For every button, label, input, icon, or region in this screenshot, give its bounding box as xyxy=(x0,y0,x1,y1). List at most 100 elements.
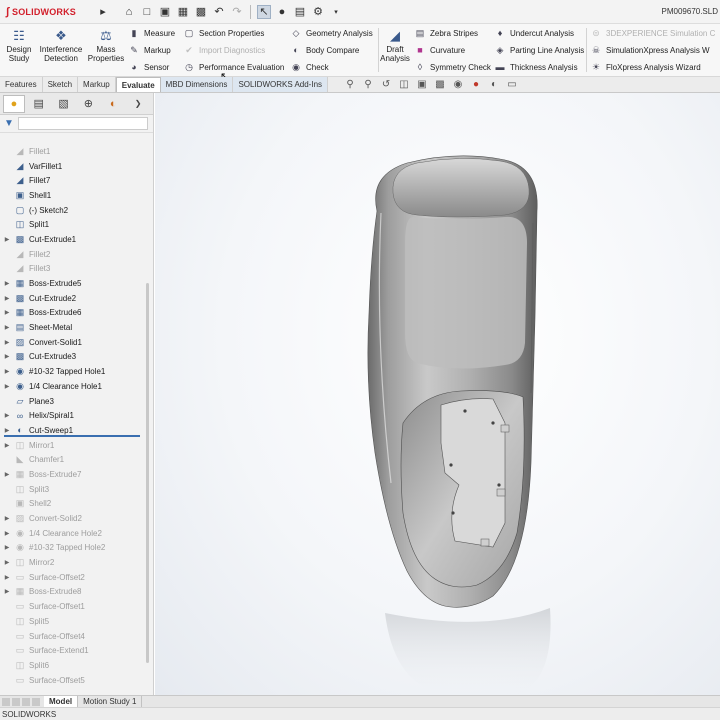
zoom-to-area-icon[interactable]: ⚲ xyxy=(362,79,374,90)
check-button[interactable]: ◉ Check xyxy=(290,61,373,73)
tree-expand-arrow-icon[interactable]: ▶ xyxy=(0,324,14,331)
tree-expand-arrow-icon[interactable]: ▶ xyxy=(0,339,14,346)
tab-model[interactable]: Model xyxy=(44,695,79,708)
scroll-prev-icon[interactable] xyxy=(12,697,20,706)
configuration-manager-tab-icon[interactable]: ▧ xyxy=(53,95,75,113)
app-logo[interactable]: ∫ SOLIDWORKS xyxy=(0,6,96,18)
save-icon[interactable]: ▦ xyxy=(176,5,190,19)
menu-expand-icon[interactable]: ▸ xyxy=(96,5,110,19)
simulationxpress-button[interactable]: ☠ SimulationXpress Analysis W xyxy=(590,44,715,56)
scroll-last-icon[interactable] xyxy=(32,697,40,706)
tree-item[interactable]: ◫ Split5 xyxy=(0,614,150,629)
panel-expand-arrow-icon[interactable]: ❯ xyxy=(127,95,149,113)
new-document-icon[interactable]: □ xyxy=(140,5,154,19)
filter-funnel-icon[interactable]: ▼ xyxy=(4,118,14,129)
zoom-to-fit-icon[interactable]: ⚲ xyxy=(344,79,356,90)
property-manager-tab-icon[interactable]: ▤ xyxy=(28,95,50,113)
tree-item[interactable]: ▶ ◉ 1/4 Clearance Hole2 xyxy=(0,526,150,541)
open-folder-icon[interactable]: ▣ xyxy=(158,5,172,19)
interference-detection-button[interactable]: ❖ Interference Detection xyxy=(37,26,85,64)
tab-scroll-controls[interactable] xyxy=(0,696,44,707)
tree-item[interactable]: ▭ Surface-Offset4 xyxy=(0,629,150,644)
select-arrow-icon[interactable]: ↖ xyxy=(257,4,271,19)
undercut-analysis-button[interactable]: ♦ Undercut Analysis xyxy=(494,27,584,39)
tree-item[interactable]: ◢ VarFillet1 xyxy=(0,159,150,174)
body-compare-button[interactable]: ◐ Body Compare xyxy=(290,44,373,56)
tree-item[interactable]: ▶ ▦ Boss-Extrude5 xyxy=(0,276,150,291)
geometry-analysis-button[interactable]: ◇ Geometry Analysis xyxy=(290,27,373,39)
graphics-area[interactable] xyxy=(155,93,720,695)
print-icon[interactable]: ▩ xyxy=(194,5,208,19)
section-view-icon[interactable]: ◫ xyxy=(398,79,410,90)
tree-expand-arrow-icon[interactable]: ▶ xyxy=(0,427,14,434)
rollback-bar[interactable] xyxy=(4,435,140,437)
options-gear-icon[interactable]: ⚙ xyxy=(311,5,325,19)
markup-button[interactable]: ✎ Markup xyxy=(128,44,175,56)
tree-scrollbar[interactable] xyxy=(146,283,149,663)
tree-item[interactable]: ▶ ◫ Mirror1 xyxy=(0,438,150,453)
tree-item[interactable]: ▶ ▦ Boss-Extrude7 xyxy=(0,467,150,482)
tree-expand-arrow-icon[interactable]: ▶ xyxy=(0,471,14,478)
undo-icon[interactable]: ↶ xyxy=(212,5,226,19)
tree-item[interactable]: ◢ Fillet2 xyxy=(0,247,150,262)
performance-evaluation-button[interactable]: ◷ Performance Evaluation xyxy=(183,61,284,73)
tree-expand-arrow-icon[interactable]: ▶ xyxy=(0,442,14,449)
tree-expand-arrow-icon[interactable]: ▶ xyxy=(0,353,14,360)
mass-properties-button[interactable]: ⚖ Mass Properties xyxy=(87,26,125,64)
tree-expand-arrow-icon[interactable]: ▶ xyxy=(0,309,14,316)
tab-evaluate[interactable]: Evaluate xyxy=(115,77,161,92)
tab-solidworks-add-ins[interactable]: SOLIDWORKS Add-Ins xyxy=(233,77,329,92)
tree-expand-arrow-icon[interactable]: ▶ xyxy=(0,588,14,595)
scroll-next-icon[interactable] xyxy=(22,697,30,706)
tree-item[interactable]: ▶ ◉ #10-32 Tapped Hole2 xyxy=(0,541,150,556)
display-style-icon[interactable]: ▩ xyxy=(434,79,446,90)
scroll-first-icon[interactable] xyxy=(2,697,10,706)
tree-item[interactable]: ▶ ▭ Surface-Offset2 xyxy=(0,570,150,585)
tree-item[interactable]: ▭ Surface-Offset5 xyxy=(0,673,150,688)
dimxpert-manager-tab-icon[interactable]: ⊕ xyxy=(78,95,100,113)
tree-item[interactable]: ◫ Split1 xyxy=(0,217,150,232)
thickness-analysis-button[interactable]: ▬ Thickness Analysis xyxy=(494,61,584,73)
hide-show-items-icon[interactable]: ◉ xyxy=(452,79,464,90)
rebuild-icon[interactable]: ● xyxy=(275,5,289,19)
tree-expand-arrow-icon[interactable]: ▶ xyxy=(0,295,14,302)
tree-expand-arrow-icon[interactable]: ▶ xyxy=(0,530,14,537)
tree-item[interactable]: ▶ ▩ Cut-Extrude2 xyxy=(0,291,150,306)
zebra-stripes-button[interactable]: ▤ Zebra Stripes xyxy=(414,27,491,39)
tree-item[interactable]: ▶ ▤ Sheet-Metal xyxy=(0,320,150,335)
tree-expand-arrow-icon[interactable]: ▶ xyxy=(0,412,14,419)
tree-item[interactable]: ▱ Plane3 xyxy=(0,394,150,409)
tree-item[interactable]: ▶ ▦ Boss-Extrude6 xyxy=(0,306,150,321)
draft-analysis-button[interactable]: ◢ Draft Analysis xyxy=(380,26,410,64)
tree-expand-arrow-icon[interactable]: ▶ xyxy=(0,280,14,287)
tree-item[interactable]: ▶ ▩ Cut-Extrude3 xyxy=(0,350,150,365)
tree-item[interactable]: ▢ (-) Sketch2 xyxy=(0,203,150,218)
tree-expand-arrow-icon[interactable]: ▶ xyxy=(0,515,14,522)
feature-manager-tab-icon[interactable]: ● xyxy=(3,94,25,113)
tree-item[interactable]: ▭ Surface-Extend1 xyxy=(0,643,150,658)
curvature-button[interactable]: ■ Curvature xyxy=(414,44,491,56)
tree-item[interactable]: ▶ ◉ #10-32 Tapped Hole1 xyxy=(0,364,150,379)
tree-item[interactable]: ◢ Fillet1 xyxy=(0,144,150,159)
tab-sketch[interactable]: Sketch xyxy=(43,77,79,92)
symmetry-check-button[interactable]: ◊ Symmetry Check xyxy=(414,61,491,73)
tree-item[interactable]: ▭ Surface-Offset1 xyxy=(0,599,150,614)
tab-markup[interactable]: Markup xyxy=(78,77,116,92)
home-icon[interactable]: ⌂ xyxy=(122,5,136,19)
tab-mbd-dimensions[interactable]: MBD Dimensions xyxy=(160,77,234,92)
tree-item[interactable]: ▶ ▨ Convert-Solid2 xyxy=(0,511,150,526)
floxpress-button[interactable]: ☀ FloXpress Analysis Wizard xyxy=(590,61,715,73)
tree-item[interactable]: ◫ Split3 xyxy=(0,482,150,497)
tree-item[interactable]: ▣ Shell2 xyxy=(0,497,150,512)
tree-item[interactable]: ◫ Split6 xyxy=(0,658,150,673)
tree-item[interactable]: ◢ Fillet7 xyxy=(0,173,150,188)
tree-expand-arrow-icon[interactable]: ▶ xyxy=(0,574,14,581)
file-properties-icon[interactable]: ▤ xyxy=(293,5,307,19)
design-study-button[interactable]: ☷ Design Study xyxy=(4,26,34,64)
tree-item[interactable]: ▶ ◫ Mirror2 xyxy=(0,555,150,570)
tree-expand-arrow-icon[interactable]: ▶ xyxy=(0,383,14,390)
previous-view-icon[interactable]: ↺ xyxy=(380,79,392,90)
tree-expand-arrow-icon[interactable]: ▶ xyxy=(0,368,14,375)
sensor-button[interactable]: ◕ Sensor xyxy=(128,61,175,73)
tree-expand-arrow-icon[interactable]: ▶ xyxy=(0,236,14,243)
